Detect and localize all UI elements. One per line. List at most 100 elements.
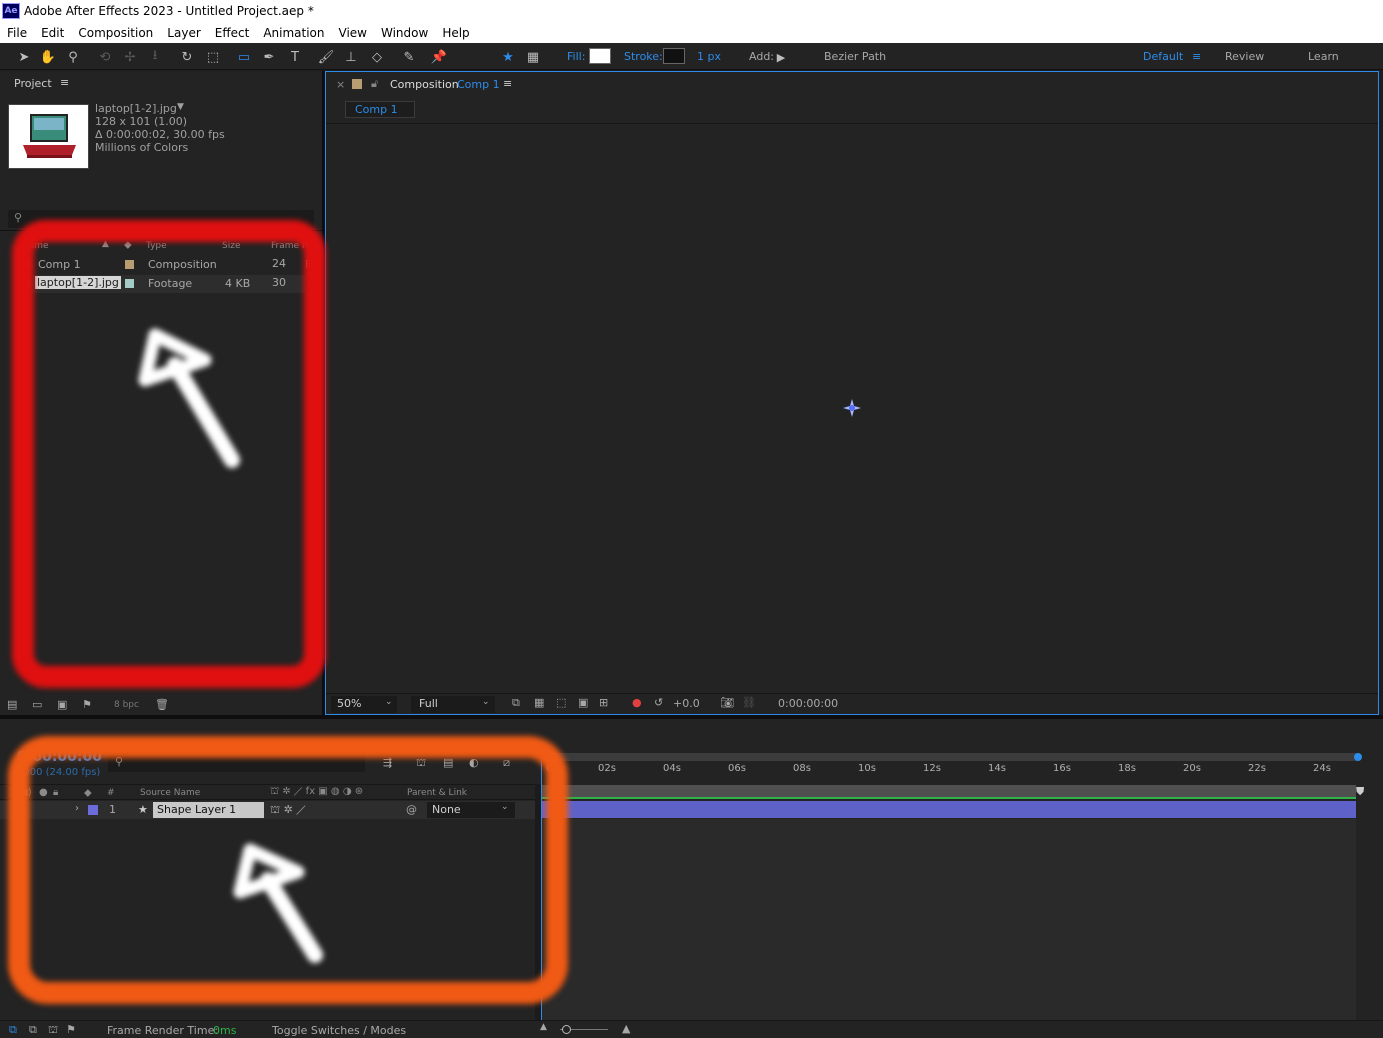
- timeline-zoom-handle[interactable]: [562, 1025, 571, 1034]
- snapshot-icon[interactable]: 📷︎: [720, 696, 734, 709]
- composition-panel-menu-icon[interactable]: ≡: [503, 77, 512, 90]
- pen-tool-icon[interactable]: ✒: [260, 48, 278, 66]
- viewer-timecode[interactable]: 0:00:00:00: [778, 697, 838, 710]
- render-time-icon[interactable]: ⚑: [66, 1023, 76, 1036]
- trash-icon[interactable]: 🗑: [155, 698, 169, 711]
- rectangle-tool-icon[interactable]: ▭: [235, 48, 253, 66]
- ruler-label: 16s: [1053, 763, 1071, 774]
- lock-icon[interactable]: 🔓︎: [371, 77, 378, 91]
- transparency-grid-icon[interactable]: ▦: [534, 696, 544, 709]
- timeline-footer: ⧉ ⧉ ⛫ ⚑ Frame Render Time: 0ms Toggle Sw…: [0, 1020, 1383, 1038]
- stroke-color-swatch[interactable]: [663, 48, 685, 64]
- layer-switches-toggle-icon[interactable]: ⧉: [9, 1023, 17, 1037]
- puppet-pin-tool-icon[interactable]: 📌: [430, 48, 448, 66]
- stroke-width-value[interactable]: 1 px: [697, 50, 721, 63]
- fill-color-swatch[interactable]: [589, 48, 611, 64]
- clone-stamp-tool-icon[interactable]: ⊥: [342, 48, 360, 66]
- star-icon[interactable]: ★: [499, 48, 517, 66]
- menu-bar: File Edit Composition Layer Effect Anima…: [0, 22, 1383, 43]
- selection-tool-icon[interactable]: ➤: [15, 48, 33, 66]
- ruler-label: 18s: [1118, 763, 1136, 774]
- ruler-label: 08s: [793, 763, 811, 774]
- region-of-interest-icon[interactable]: ▣: [578, 696, 588, 709]
- bezier-path-label: Bezier Path: [824, 50, 887, 63]
- interpret-footage-icon[interactable]: ▤: [7, 698, 17, 711]
- brush-tool-icon[interactable]: 🖌: [317, 48, 335, 66]
- menu-file[interactable]: File: [0, 26, 34, 40]
- roto-brush-tool-icon[interactable]: ✎: [400, 48, 418, 66]
- add-dropdown-icon[interactable]: ▶: [772, 48, 790, 66]
- bit-depth-button[interactable]: 8 bpc: [114, 700, 139, 710]
- shape-fill-mode-icon[interactable]: ▦: [524, 48, 542, 66]
- render-time-value: 0ms: [213, 1024, 237, 1037]
- pan-camera-icon[interactable]: ✢: [121, 48, 139, 66]
- hand-tool-icon[interactable]: ✋: [39, 48, 57, 66]
- composition-tab-prefix[interactable]: Composition: [390, 78, 459, 91]
- menu-layer[interactable]: Layer: [160, 26, 207, 40]
- resolution-value: Full: [419, 697, 438, 710]
- project-settings-icon[interactable]: ⚑: [82, 698, 92, 711]
- reset-exposure-icon[interactable]: ↺: [654, 696, 663, 709]
- transfer-controls-icon[interactable]: ⧉: [29, 1023, 37, 1037]
- ruler-label: 22s: [1248, 763, 1266, 774]
- comp-subtab-label: Comp 1: [355, 103, 398, 116]
- show-snapshot-icon[interactable]: ⛓: [742, 696, 756, 709]
- new-folder-icon[interactable]: ▭: [32, 698, 42, 711]
- in-out-panel-icon[interactable]: ⛫: [48, 1023, 58, 1038]
- resolution-dropdown[interactable]: Full ⌄: [411, 696, 495, 713]
- project-footer: ▤ ▭ ▣ ⚑ 8 bpc 🗑: [0, 695, 322, 715]
- close-tab-icon[interactable]: ×: [336, 78, 345, 91]
- orbit-camera-icon[interactable]: ⟲: [96, 48, 114, 66]
- composition-viewer[interactable]: [326, 123, 1378, 692]
- stroke-label[interactable]: Stroke:: [624, 50, 663, 63]
- menu-composition[interactable]: Composition: [71, 26, 160, 40]
- type-tool-icon[interactable]: T: [286, 48, 304, 66]
- work-area-bar[interactable]: [541, 753, 1359, 761]
- rotation-tool-icon[interactable]: ↻: [178, 48, 196, 66]
- comp-subtab[interactable]: Comp 1: [345, 101, 415, 118]
- zoom-out-icon[interactable]: ▲: [540, 1022, 547, 1032]
- new-composition-icon[interactable]: ▣: [57, 698, 67, 711]
- channel-icon[interactable]: ●: [632, 696, 642, 709]
- ruler-label: 06s: [728, 763, 746, 774]
- menu-animation[interactable]: Animation: [256, 26, 331, 40]
- menu-help[interactable]: Help: [435, 26, 476, 40]
- search-icon: ⚲: [14, 211, 23, 224]
- comp-marker-bin-icon[interactable]: ⛊: [1356, 785, 1366, 799]
- workspace-learn[interactable]: Learn: [1308, 50, 1339, 63]
- guides-options-icon[interactable]: ⊞: [599, 696, 608, 709]
- mask-visibility-icon[interactable]: ⬚: [556, 696, 566, 709]
- work-area-end-handle[interactable]: [1354, 753, 1362, 761]
- fill-label[interactable]: Fill:: [567, 50, 585, 63]
- ruler-label: 24s: [1313, 763, 1331, 774]
- ruler-label: 10s: [858, 763, 876, 774]
- track-area[interactable]: [541, 819, 1356, 1020]
- menu-window[interactable]: Window: [374, 26, 435, 40]
- workspace-review[interactable]: Review: [1225, 50, 1264, 63]
- toggle-switches-modes-button[interactable]: Toggle Switches / Modes: [272, 1024, 406, 1037]
- laptop-thumbnail-image: [23, 114, 76, 158]
- zoom-in-icon[interactable]: ▲: [622, 1022, 630, 1035]
- workspace-default[interactable]: Default: [1143, 50, 1183, 63]
- project-panel-menu-icon[interactable]: ≡: [60, 76, 69, 89]
- footage-duration: Δ 0:00:00:02, 30.00 fps: [95, 128, 225, 141]
- zoom-tool-icon[interactable]: ⚲: [64, 48, 82, 66]
- eraser-tool-icon[interactable]: ◇: [368, 48, 386, 66]
- workspace-menu-icon[interactable]: ≡: [1192, 50, 1201, 63]
- footage-thumbnail: [8, 104, 89, 169]
- zoom-dropdown[interactable]: 50% ⌄: [331, 696, 397, 713]
- menu-view[interactable]: View: [332, 26, 374, 40]
- footage-name[interactable]: laptop[1-2].jpg: [95, 102, 177, 115]
- menu-effect[interactable]: Effect: [208, 26, 257, 40]
- footage-usage-dropdown-icon[interactable]: ▼: [177, 102, 184, 112]
- menu-edit[interactable]: Edit: [34, 26, 71, 40]
- layer-duration-bar[interactable]: [541, 801, 1356, 818]
- time-navigator[interactable]: [541, 785, 1356, 797]
- anchor-point-icon[interactable]: [842, 398, 862, 418]
- dolly-camera-icon[interactable]: ⭳: [146, 48, 164, 66]
- composition-tab-name[interactable]: Comp 1: [457, 78, 500, 91]
- exposure-value[interactable]: +0.0: [673, 697, 700, 710]
- pan-behind-tool-icon[interactable]: ⬚: [204, 48, 222, 66]
- project-tab[interactable]: Project: [14, 77, 52, 90]
- fast-previews-icon[interactable]: ⧉: [512, 696, 520, 710]
